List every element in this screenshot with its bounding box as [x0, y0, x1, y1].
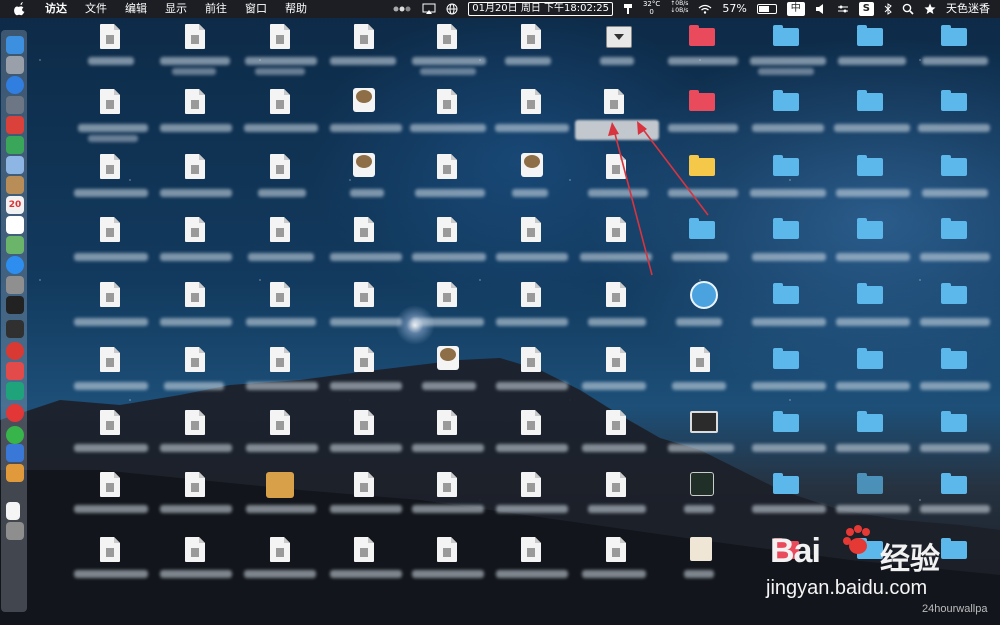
document-icon[interactable] — [6, 502, 20, 520]
network-speed: ↑0B/s ↓0B/s — [670, 0, 688, 18]
menu-edit[interactable]: 编辑 — [116, 0, 156, 18]
color-app-icon[interactable] — [6, 464, 24, 482]
temperature-sub: 0 — [649, 8, 654, 16]
watermark-jingyan: 经验 — [880, 542, 940, 577]
launchpad-icon[interactable] — [6, 56, 24, 74]
net-up: ↑0B/s — [670, 0, 689, 7]
app-store-icon[interactable] — [6, 256, 24, 274]
date-time-text: 01月20日 周日 下午18:02:25 — [468, 2, 613, 16]
dock: 20 — [1, 30, 27, 612]
apple-icon[interactable] — [14, 2, 26, 16]
ucloud-icon[interactable] — [6, 382, 24, 400]
menu-window[interactable]: 窗口 — [236, 0, 276, 18]
watermark-url: jingyan.baidu.com — [766, 577, 928, 599]
bluetooth-icon[interactable] — [884, 0, 892, 18]
date-time[interactable]: 01月20日 周日 下午18:02:25 — [468, 0, 613, 18]
temperature-text: 32°C — [642, 0, 661, 8]
menu-view[interactable]: 显示 — [156, 0, 196, 18]
paw-icon — [840, 522, 876, 567]
maps-icon[interactable] — [6, 236, 24, 254]
controls-icon[interactable] — [837, 0, 849, 18]
annotation-arrow — [613, 129, 653, 276]
menu-go[interactable]: 前往 — [196, 0, 236, 18]
system-preferences-icon[interactable] — [6, 276, 24, 294]
safari-icon[interactable] — [6, 76, 24, 94]
dots-icon[interactable] — [392, 0, 412, 18]
battery-percent: 57% — [722, 2, 747, 15]
search-icon[interactable] — [902, 0, 914, 18]
finder-icon[interactable] — [6, 36, 24, 54]
terminal-icon[interactable] — [6, 320, 24, 338]
notes-app-icon[interactable] — [6, 176, 24, 194]
netease-music-icon[interactable] — [6, 362, 24, 380]
user-name[interactable]: 天色迷香 — [946, 0, 990, 18]
trash-icon[interactable] — [6, 522, 24, 540]
reminders-icon[interactable] — [6, 216, 24, 234]
wifi-icon[interactable] — [698, 0, 712, 18]
android-icon[interactable] — [6, 136, 24, 154]
preview-icon[interactable] — [6, 156, 24, 174]
star-icon[interactable] — [924, 0, 936, 18]
yandex-icon[interactable] — [6, 404, 24, 422]
hammer-icon[interactable] — [623, 0, 633, 18]
wechat-icon[interactable] — [6, 426, 24, 444]
input-method[interactable]: 中 — [786, 0, 805, 18]
menu-app-finder[interactable]: 访达 — [36, 0, 76, 18]
input-method-label: 中 — [786, 2, 805, 16]
desktop[interactable]: Bai 经验 jingyan.baidu.com 24hourwallpa — [0, 0, 1000, 625]
s-app-icon[interactable]: S — [858, 0, 874, 18]
volume-icon[interactable] — [815, 0, 827, 18]
menu-file[interactable]: 文件 — [76, 0, 116, 18]
net-down: ↓0B/s — [670, 7, 689, 14]
menu-bar: 访达 文件 编辑 显示 前往 窗口 帮助 01月20日 周日 下午18:02:2… — [0, 0, 1000, 18]
activity-monitor-icon[interactable] — [6, 296, 24, 314]
menu-help[interactable]: 帮助 — [276, 0, 316, 18]
annotation-arrow — [641, 127, 709, 216]
annotation-arrow-head — [608, 122, 619, 136]
calendar-icon[interactable]: 20 — [6, 196, 24, 214]
rocket-icon[interactable] — [6, 96, 24, 114]
screen-icon[interactable] — [422, 0, 436, 18]
loop-icon[interactable] — [6, 444, 24, 462]
badge-app-icon[interactable] — [6, 116, 24, 134]
watermark-bai: Bai — [770, 532, 821, 570]
globe-icon[interactable] — [446, 0, 458, 18]
temperature-readout: 32°C 0 — [643, 0, 660, 18]
vivaldi-icon[interactable] — [6, 342, 24, 360]
battery-icon[interactable] — [756, 0, 777, 18]
wallpaper-credit: 24hourwallpa — [922, 603, 988, 615]
